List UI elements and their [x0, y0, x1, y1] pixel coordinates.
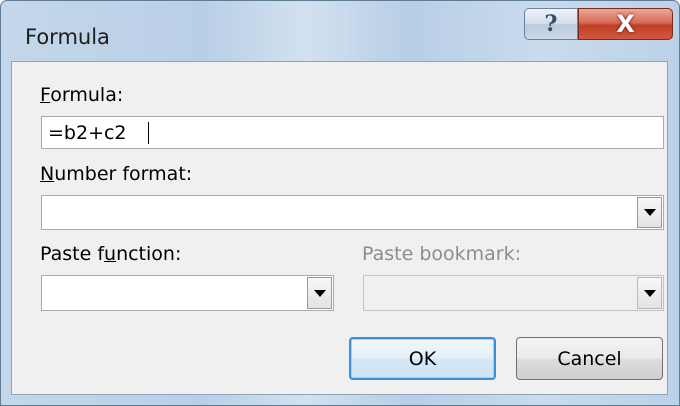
help-icon: ? — [544, 11, 558, 37]
chevron-down-icon — [313, 289, 326, 297]
paste-function-label: Paste function: — [40, 243, 181, 265]
formula-label-mnemonic: F — [40, 84, 51, 106]
paste-function-label-prefix: Paste f — [40, 243, 105, 265]
dialog-client-area: Formula: Number format: Paste function: … — [11, 61, 668, 395]
help-button[interactable]: ? — [524, 8, 578, 40]
paste-function-combobox[interactable] — [41, 275, 334, 311]
paste-function-label-rest: nction: — [116, 243, 182, 265]
ok-button[interactable]: OK — [349, 337, 496, 380]
title-bar[interactable]: Formula ? X — [1, 1, 679, 59]
paste-function-dropdown-button[interactable] — [307, 277, 332, 309]
cancel-button[interactable]: Cancel — [516, 337, 663, 380]
formula-label: Formula: — [40, 84, 123, 106]
window-title: Formula — [25, 25, 110, 49]
number-format-label-mnemonic: N — [40, 163, 55, 185]
number-format-dropdown-button[interactable] — [637, 197, 662, 228]
number-format-label: Number format: — [40, 163, 192, 185]
chevron-down-icon — [643, 209, 656, 216]
paste-bookmark-label: Paste bookmark: — [362, 243, 522, 265]
formula-input[interactable] — [41, 116, 664, 149]
paste-bookmark-combobox — [363, 275, 664, 311]
text-caret — [148, 122, 149, 144]
formula-dialog-window: Formula ? X Formula: Number format: Past… — [0, 0, 680, 406]
paste-function-label-mnemonic: u — [104, 243, 117, 265]
formula-label-rest: ormula: — [50, 84, 124, 106]
close-button[interactable]: X — [578, 8, 673, 40]
number-format-label-rest: umber format: — [54, 163, 193, 185]
close-icon: X — [616, 10, 635, 38]
paste-bookmark-dropdown-button — [637, 277, 662, 309]
number-format-combobox[interactable] — [41, 195, 664, 230]
chevron-down-icon — [643, 289, 656, 297]
